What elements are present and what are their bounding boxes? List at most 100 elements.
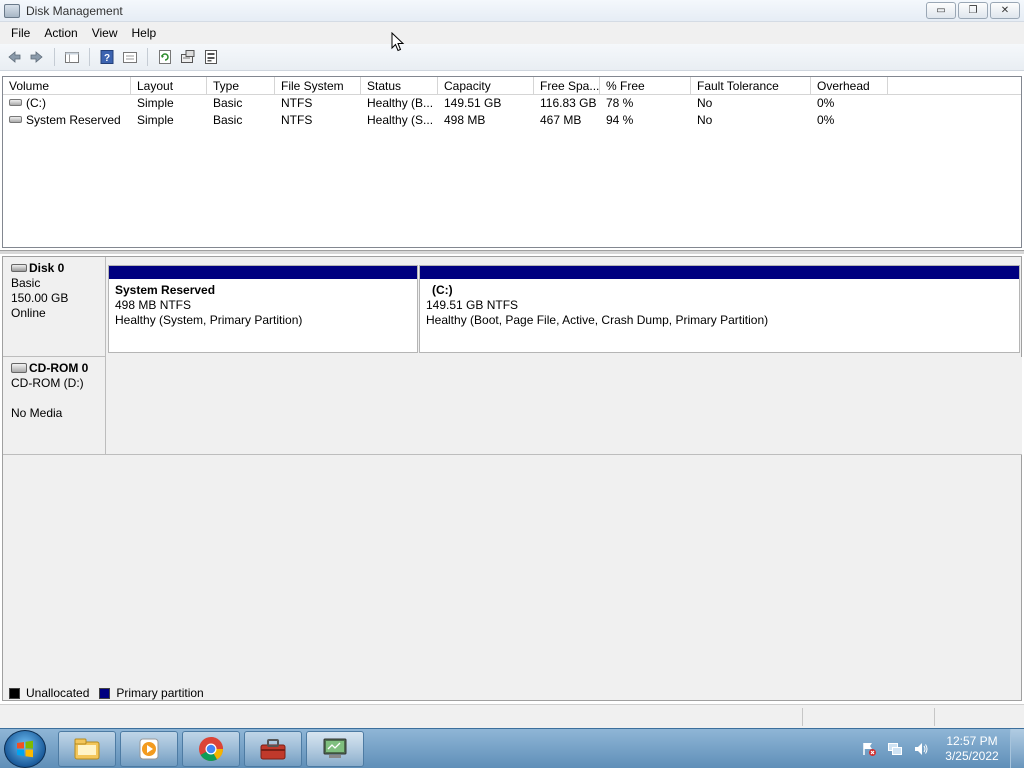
unallocated-swatch — [9, 687, 20, 699]
volume-cell: System Reserved — [3, 112, 131, 129]
legend-primary-partition: Primary partition — [116, 686, 204, 700]
table-row[interactable]: (C:) Simple Basic NTFS Healthy (B... 149… — [3, 95, 1021, 112]
fault-tolerance-cell: No — [697, 113, 713, 127]
menu-file[interactable]: File — [4, 22, 37, 44]
back-button[interactable] — [4, 47, 24, 67]
show-desktop-button[interactable] — [1010, 729, 1024, 768]
column-capacity[interactable]: Capacity — [438, 77, 534, 95]
windows-logo-icon — [17, 740, 33, 758]
drive-icon — [9, 99, 22, 107]
partition-title: (C:) — [432, 283, 453, 297]
system-tray: 12:57 PM 3/25/2022 — [856, 729, 1024, 768]
minimize-button[interactable]: ▭ — [926, 2, 956, 19]
percent-free-cell: 78 % — [606, 96, 634, 110]
forward-arrow-icon — [30, 51, 43, 63]
menu-view[interactable]: View — [85, 22, 125, 44]
column-percent-free[interactable]: % Free — [600, 77, 691, 95]
disk-state: Online — [11, 306, 46, 320]
layout-cell: Simple — [137, 96, 174, 110]
taskbar-computer-management[interactable] — [306, 731, 364, 767]
chrome-icon — [199, 737, 223, 762]
volume-name: (C:) — [26, 96, 46, 110]
disk-size: 150.00 GB — [11, 291, 69, 305]
rescan-disks-button[interactable] — [178, 47, 198, 67]
mouse-cursor-icon — [391, 32, 405, 52]
capacity-cell: 498 MB — [444, 113, 486, 127]
partition-status: Healthy (System, Primary Partition) — [115, 313, 303, 327]
column-header-row: Volume Layout Type File System Status Ca… — [3, 77, 1021, 95]
taskbar: 12:57 PM 3/25/2022 — [0, 728, 1024, 768]
column-type[interactable]: Type — [207, 77, 275, 95]
cdrom-0-region[interactable] — [106, 357, 1022, 455]
column-overhead[interactable]: Overhead — [811, 77, 888, 95]
taskbar-media-player[interactable] — [120, 731, 178, 767]
taskbar-clock[interactable]: 12:57 PM 3/25/2022 — [934, 734, 1010, 764]
file-system-cell: NTFS — [281, 113, 313, 127]
menu-bar: File Action View Help — [0, 22, 1024, 44]
show-hide-console-tree-icon — [65, 52, 79, 63]
table-row[interactable]: System Reserved Simple Basic NTFS Health… — [3, 112, 1021, 129]
cdrom-media: No Media — [11, 406, 63, 420]
partition-c-drive[interactable]: (C:) 149.51 GB NTFS Healthy (Boot, Page … — [419, 265, 1020, 353]
explorer-icon — [74, 738, 100, 760]
restore-icon: ❐ — [968, 5, 978, 16]
start-button[interactable] — [4, 730, 46, 768]
toolbar: ? — [0, 44, 1024, 71]
disk-name: Disk 0 — [29, 261, 65, 275]
column-status[interactable]: Status — [361, 77, 438, 95]
minimize-icon: ▭ — [936, 5, 946, 16]
computer-management-icon — [323, 738, 347, 758]
title-bar: Disk Management ▭ ❐ ✕ — [0, 0, 1024, 22]
settings-icon — [205, 50, 217, 64]
layout-cell: Simple — [137, 113, 174, 127]
primary-partition-bar — [420, 266, 1019, 279]
volume-list[interactable]: Volume Layout Type File System Status Ca… — [2, 76, 1022, 248]
fault-tolerance-cell: No — [697, 96, 713, 110]
toolbar-separator — [54, 48, 55, 66]
network-icon — [888, 743, 902, 755]
disk-0-label[interactable]: Disk 0 Basic 150.00 GB Online — [3, 257, 106, 357]
clock-date: 3/25/2022 — [945, 749, 999, 763]
svg-text:?: ? — [104, 53, 110, 64]
cdrom-icon — [11, 362, 27, 373]
volume-button[interactable] — [913, 741, 929, 757]
column-layout[interactable]: Layout — [131, 77, 207, 95]
status-bar — [0, 704, 1024, 728]
disk-icon — [11, 263, 27, 272]
column-file-system[interactable]: File System — [275, 77, 361, 95]
properties-button[interactable] — [120, 47, 140, 67]
forward-button[interactable] — [27, 47, 47, 67]
column-free-space[interactable]: Free Spa... — [534, 77, 600, 95]
partition-system-reserved[interactable]: System Reserved 498 MB NTFS Healthy (Sys… — [108, 265, 418, 353]
cdrom-name: CD-ROM 0 — [29, 361, 89, 375]
status-cell: Healthy (B... — [367, 96, 434, 110]
window-title: Disk Management — [26, 3, 123, 18]
free-space-cell: 116.83 GB — [540, 96, 597, 110]
close-icon: ✕ — [1000, 5, 1010, 16]
taskbar-explorer[interactable] — [58, 731, 116, 767]
overhead-cell: 0% — [817, 113, 835, 127]
cdrom-drive: CD-ROM (D:) — [11, 376, 84, 390]
menu-action[interactable]: Action — [37, 22, 84, 44]
properties-icon — [123, 52, 137, 63]
restore-button[interactable]: ❐ — [958, 2, 988, 19]
cdrom-spacer — [11, 391, 97, 406]
refresh-button[interactable] — [155, 47, 175, 67]
taskbar-toolbox[interactable] — [244, 731, 302, 767]
close-button[interactable]: ✕ — [990, 2, 1020, 19]
menu-help[interactable]: Help — [125, 22, 164, 44]
percent-free-cell: 94 % — [606, 113, 634, 127]
help-button[interactable]: ? — [97, 47, 117, 67]
action-center-icon — [863, 743, 876, 756]
console-tree-button[interactable] — [62, 47, 82, 67]
pane-splitter[interactable] — [0, 250, 1024, 254]
partition-status: Healthy (Boot, Page File, Active, Crash … — [426, 313, 769, 327]
column-fault-tolerance[interactable]: Fault Tolerance — [691, 77, 811, 95]
cdrom-0-label[interactable]: CD-ROM 0 CD-ROM (D:) No Media — [3, 357, 106, 455]
settings-button[interactable] — [201, 47, 221, 67]
taskbar-chrome[interactable] — [182, 731, 240, 767]
action-center-button[interactable] — [861, 741, 877, 757]
network-button[interactable] — [887, 741, 903, 757]
column-volume[interactable]: Volume — [3, 77, 131, 95]
status-separator — [802, 708, 803, 726]
